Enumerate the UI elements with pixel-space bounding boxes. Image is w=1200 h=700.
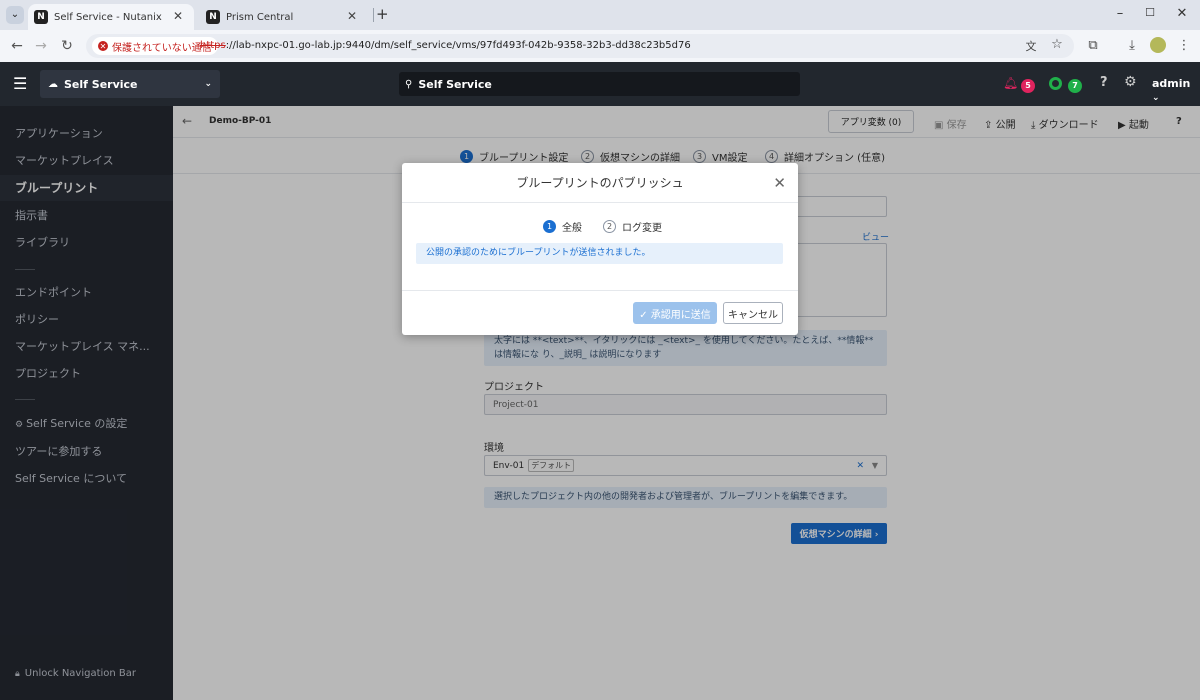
profile-avatar[interactable]: [1150, 37, 1166, 53]
dialog-footer: ✓ 承認用に送信 キャンセル: [402, 290, 798, 335]
dialog-step-changelog[interactable]: 2 ログ変更: [603, 219, 662, 234]
step-number: 1: [543, 220, 556, 233]
browser-tab-bar: ⌄ N Self Service - Nutanix ✕ N Prism Cen…: [0, 0, 1200, 30]
tab-divider: [373, 8, 374, 22]
cancel-button[interactable]: キャンセル: [723, 302, 783, 324]
dialog-close-icon[interactable]: ✕: [773, 173, 786, 193]
global-search[interactable]: ⚲ Self Service: [399, 72, 800, 96]
app-selector-label: Self Service: [64, 77, 138, 91]
maximize-icon[interactable]: ☐: [1140, 6, 1160, 19]
chevron-down-icon: ⌄: [204, 79, 212, 89]
window-close-icon[interactable]: ✕: [1172, 6, 1192, 21]
step-label: 全般: [562, 223, 582, 234]
browser-toolbar: ← → ↻ ✕ 保護されていない通信 https://lab-nxpc-01.g…: [0, 30, 1200, 62]
user-menu[interactable]: admin ⌄: [1152, 77, 1200, 103]
nutanix-icon: N: [206, 10, 220, 24]
nutanix-icon: N: [34, 10, 48, 24]
tab-title: Prism Central: [226, 11, 294, 23]
step-number: 2: [603, 220, 616, 233]
publish-blueprint-dialog: ブループリントのパブリッシュ ✕ 1 全般 2 ログ変更 公開の承認のためにブループ…: [402, 163, 798, 335]
tab-self-service[interactable]: N Self Service - Nutanix ✕: [28, 4, 194, 30]
back-icon[interactable]: ←: [9, 38, 25, 54]
help-icon[interactable]: ?: [1100, 75, 1108, 90]
settings-gear-icon[interactable]: ⚙: [1124, 74, 1137, 90]
tab-prism-central[interactable]: N Prism Central ✕: [200, 4, 368, 30]
hamburger-menu-icon[interactable]: ☰: [13, 74, 27, 93]
submit-for-approval-button[interactable]: ✓ 承認用に送信: [633, 302, 717, 324]
minimize-icon[interactable]: –: [1110, 6, 1130, 21]
alerts-count[interactable]: 5: [1021, 77, 1035, 93]
submission-info: 公開の承認のためにブループリントが送信されました。: [416, 243, 783, 264]
extensions-icon[interactable]: ⧉: [1084, 38, 1102, 53]
dialog-title: ブループリントのパブリッシュ: [516, 176, 684, 190]
browser-menu-icon[interactable]: ⋮: [1175, 38, 1193, 53]
chevron-down-icon: ⌄: [1152, 93, 1160, 103]
search-text: Self Service: [418, 77, 492, 91]
reload-icon[interactable]: ↻: [59, 38, 75, 54]
close-tab-icon[interactable]: ✕: [344, 9, 360, 23]
not-secure-icon: ✕: [98, 41, 108, 51]
new-tab-icon[interactable]: +: [376, 5, 389, 23]
forward-icon[interactable]: →: [33, 38, 49, 54]
bookmark-star-icon[interactable]: ☆: [1048, 37, 1066, 52]
tasks-count[interactable]: 7: [1068, 77, 1082, 93]
download-icon[interactable]: ⤓: [1123, 38, 1141, 53]
step-label: ログ変更: [622, 223, 662, 234]
app-selector[interactable]: ☁ Self Service ⌄: [40, 70, 220, 98]
security-chip[interactable]: ✕ 保護されていない通信: [92, 37, 218, 55]
url-scheme: https: [200, 40, 226, 51]
dialog-header: ブループリントのパブリッシュ ✕: [402, 163, 798, 203]
address-bar[interactable]: ✕ 保護されていない通信 https://lab-nxpc-01.go-lab.…: [86, 34, 1074, 58]
dialog-step-general[interactable]: 1 全般: [543, 219, 582, 234]
search-icon: ⚲: [405, 78, 413, 90]
translate-icon[interactable]: 文: [1022, 38, 1040, 54]
alerts-bell-icon[interactable]: 🔔︎: [1003, 76, 1018, 90]
url-text: https://lab-nxpc-01.go-lab.jp:9440/dm/se…: [200, 40, 691, 51]
url-rest: ://lab-nxpc-01.go-lab.jp:9440/dm/self_se…: [225, 40, 691, 51]
tasks-ring-icon[interactable]: [1049, 77, 1062, 90]
close-tab-icon[interactable]: ✕: [170, 9, 186, 23]
tab-title: Self Service - Nutanix: [54, 11, 162, 23]
security-label: 保護されていない通信: [112, 42, 212, 54]
tab-list-chevron-icon[interactable]: ⌄: [6, 6, 24, 24]
cloud-icon: ☁: [48, 78, 58, 90]
user-name: admin: [1152, 77, 1191, 90]
app-header: ☰ ☁ Self Service ⌄ ⚲ Self Service 🔔︎ 5 7…: [0, 62, 1200, 106]
